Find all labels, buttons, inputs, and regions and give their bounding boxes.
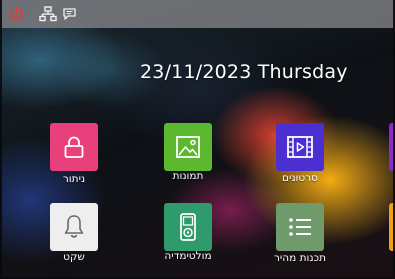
network-icon[interactable] (39, 6, 57, 22)
videos-app-label: סרטונים (282, 172, 318, 184)
videos-app-tile[interactable] (276, 123, 324, 171)
multimedia-app-label: מולטימדיה (164, 250, 212, 262)
status-bar (0, 0, 395, 28)
multimedia-app-tile[interactable] (164, 203, 212, 251)
partial-app-tile[interactable] (389, 123, 395, 171)
bell-icon (64, 215, 84, 238)
monitor-app-tile[interactable] (50, 123, 98, 171)
message-icon[interactable] (63, 8, 76, 20)
home-screen: 23/11/2023 Thursday ניתור תמונות סרטונים… (0, 0, 395, 279)
lock-icon (64, 136, 84, 158)
list-icon (289, 218, 311, 236)
quick-programming-app-label: תכנות מהיר (273, 252, 327, 264)
monitor-app-label: ניתור (62, 173, 86, 185)
date-time-display: 23/11/2023 Thursday (140, 61, 348, 83)
images-app-label: תמונות (172, 170, 204, 182)
quick-programming-app-tile[interactable] (276, 203, 324, 251)
media-player-icon (180, 213, 196, 241)
silent-app-tile[interactable] (50, 203, 98, 251)
power-icon[interactable] (9, 6, 24, 21)
partial-app-tile[interactable] (389, 203, 395, 251)
image-icon (176, 136, 200, 158)
video-icon (287, 136, 313, 158)
silent-app-label: שקט (63, 251, 85, 263)
images-app-tile[interactable] (164, 123, 212, 171)
